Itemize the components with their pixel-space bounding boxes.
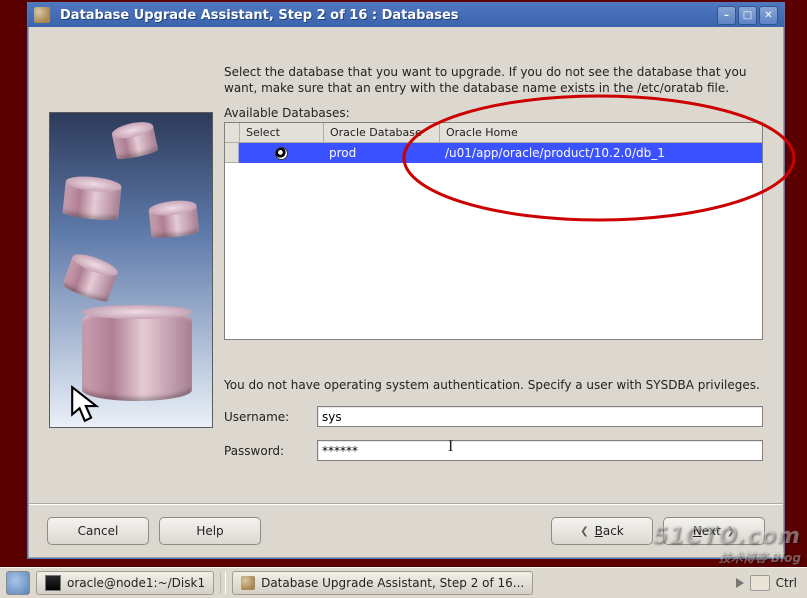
databases-table[interactable]: Select Oracle Database Oracle Home prod … — [224, 122, 763, 340]
row-select-cell[interactable] — [239, 143, 323, 163]
speaker-icon[interactable] — [736, 578, 744, 588]
row-handle — [225, 143, 239, 163]
radio-selected-icon[interactable] — [275, 147, 288, 160]
back-button[interactable]: ❮ Back — [551, 517, 653, 545]
cursor-icon — [68, 383, 110, 425]
help-button[interactable]: Help — [159, 517, 261, 545]
taskbar-terminal-label: oracle@node1:~/Disk1 — [67, 576, 205, 590]
keyboard-indicator-icon[interactable] — [750, 575, 770, 591]
cylinder-icon — [61, 254, 118, 304]
table-header-row: Select Oracle Database Oracle Home — [225, 123, 762, 143]
chevron-left-icon: ❮ — [580, 526, 588, 537]
taskbar-item-terminal[interactable]: oracle@node1:~/Disk1 — [36, 571, 214, 595]
terminal-icon — [45, 575, 61, 591]
cylinder-icon — [111, 123, 158, 161]
cancel-button[interactable]: Cancel — [47, 517, 149, 545]
taskbar-divider — [220, 572, 226, 594]
cylinder-icon — [62, 178, 122, 222]
window-title: Database Upgrade Assistant, Step 2 of 16… — [60, 8, 715, 23]
username-label: Username: — [224, 410, 317, 424]
taskbar-app-label: Database Upgrade Assistant, Step 2 of 16… — [261, 576, 524, 590]
column-header-select[interactable]: Select — [240, 123, 324, 143]
dialog-client: Select the database that you want to upg… — [29, 28, 783, 557]
oracle-icon — [241, 576, 255, 590]
button-bar: Cancel Help ❮ Back Next ❯ — [29, 503, 783, 557]
next-button[interactable]: Next ❯ — [663, 517, 765, 545]
minimize-button[interactable]: – — [717, 6, 736, 25]
help-label: Help — [196, 524, 223, 538]
app-icon — [34, 7, 50, 23]
maximize-button[interactable]: □ — [738, 6, 757, 25]
row-db-cell: prod — [323, 143, 439, 163]
taskbar[interactable]: oracle@node1:~/Disk1 Database Upgrade As… — [0, 567, 807, 598]
password-input[interactable] — [317, 440, 763, 461]
available-databases-label: Available Databases: — [224, 106, 350, 120]
back-label: Back — [595, 524, 624, 538]
column-header-database[interactable]: Oracle Database — [324, 123, 440, 143]
start-menu-button[interactable] — [6, 571, 30, 595]
taskbar-item-dbua[interactable]: Database Upgrade Assistant, Step 2 of 16… — [232, 571, 533, 595]
username-row: Username: — [224, 406, 763, 427]
cancel-label: Cancel — [78, 524, 119, 538]
column-header-home[interactable]: Oracle Home — [440, 123, 762, 143]
auth-message: You do not have operating system authent… — [224, 378, 763, 392]
username-input[interactable] — [317, 406, 763, 427]
cylinder-icon — [148, 203, 199, 240]
instruction-text: Select the database that you want to upg… — [224, 64, 763, 96]
password-row: Password: — [224, 440, 763, 461]
password-label: Password: — [224, 444, 317, 458]
next-label: Next — [693, 524, 721, 538]
table-row[interactable]: prod /u01/app/oracle/product/10.2.0/db_1 — [225, 143, 762, 163]
close-button[interactable]: ✕ — [759, 6, 778, 25]
dialog-window: Database Upgrade Assistant, Step 2 of 16… — [27, 2, 785, 559]
titlebar[interactable]: Database Upgrade Assistant, Step 2 of 16… — [28, 3, 784, 27]
ctrl-indicator: Ctrl — [776, 576, 797, 590]
row-home-cell: /u01/app/oracle/product/10.2.0/db_1 — [439, 143, 762, 163]
table-corner — [225, 123, 240, 143]
system-tray: Ctrl — [736, 575, 801, 591]
chevron-right-icon: ❯ — [727, 526, 735, 537]
wizard-side-image — [49, 112, 213, 428]
